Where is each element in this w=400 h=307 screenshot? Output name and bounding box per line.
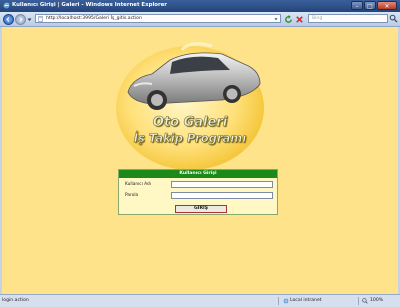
- stop-icon[interactable]: [295, 15, 304, 24]
- search-icon[interactable]: [389, 14, 398, 23]
- arrow-left-icon: [6, 17, 10, 22]
- logo-title: Oto Galeri: [152, 115, 228, 131]
- back-button[interactable]: [3, 14, 14, 25]
- navigation-bar: http://localhost:3995/Galeri İş_gitis.ac…: [0, 12, 400, 27]
- page-content: Oto Galeri İş Takip Programı Kullanıcı G…: [2, 27, 398, 294]
- security-zone[interactable]: Local intranet: [290, 298, 322, 303]
- address-url: http://localhost:3995/Galeri İş_gitis.ac…: [46, 16, 142, 21]
- status-divider: [278, 297, 279, 305]
- search-placeholder: Bing: [312, 16, 323, 21]
- maximize-button[interactable]: □: [364, 1, 376, 10]
- ie-logo-icon: [3, 2, 10, 9]
- window-title: Kullanıcı Girişi | Galeri - Windows Inte…: [12, 2, 167, 8]
- forward-button[interactable]: [15, 14, 26, 25]
- close-button[interactable]: ✕: [377, 1, 397, 10]
- browser-window: Kullanıcı Girişi | Galeri - Windows Inte…: [0, 0, 400, 307]
- refresh-icon[interactable]: [284, 15, 293, 24]
- page-icon: [38, 16, 43, 22]
- login-button[interactable]: GİRİŞ: [175, 205, 227, 213]
- login-header: Kullanıcı Girişi: [119, 170, 277, 178]
- minimize-button[interactable]: –: [351, 1, 363, 10]
- password-input[interactable]: [171, 192, 273, 199]
- search-box[interactable]: Bing: [308, 14, 388, 23]
- zoom-icon[interactable]: [362, 298, 368, 304]
- username-input[interactable]: [171, 181, 273, 188]
- history-dropdown-icon[interactable]: [27, 17, 32, 22]
- username-label: Kullanıcı Adı: [125, 182, 151, 187]
- address-bar[interactable]: http://localhost:3995/Galeri İş_gitis.ac…: [35, 14, 281, 23]
- logo-subtitle: İş Takip Programı: [133, 131, 247, 146]
- zoom-level[interactable]: 100%: [370, 298, 383, 303]
- login-form: Kullanıcı Girişi Kullanıcı Adı Parola Gİ…: [118, 169, 278, 215]
- title-bar: Kullanıcı Girişi | Galeri - Windows Inte…: [0, 0, 400, 12]
- address-dropdown-icon[interactable]: [274, 17, 278, 21]
- status-bar: login.action Local intranet 100%: [0, 294, 400, 307]
- logo-text: Oto Galeri İş Takip Programı: [112, 40, 268, 170]
- arrow-right-icon: [19, 17, 23, 22]
- password-label: Parola: [125, 193, 139, 198]
- status-text: login.action: [2, 298, 29, 303]
- status-divider: [358, 297, 359, 305]
- intranet-zone-icon: [283, 298, 289, 304]
